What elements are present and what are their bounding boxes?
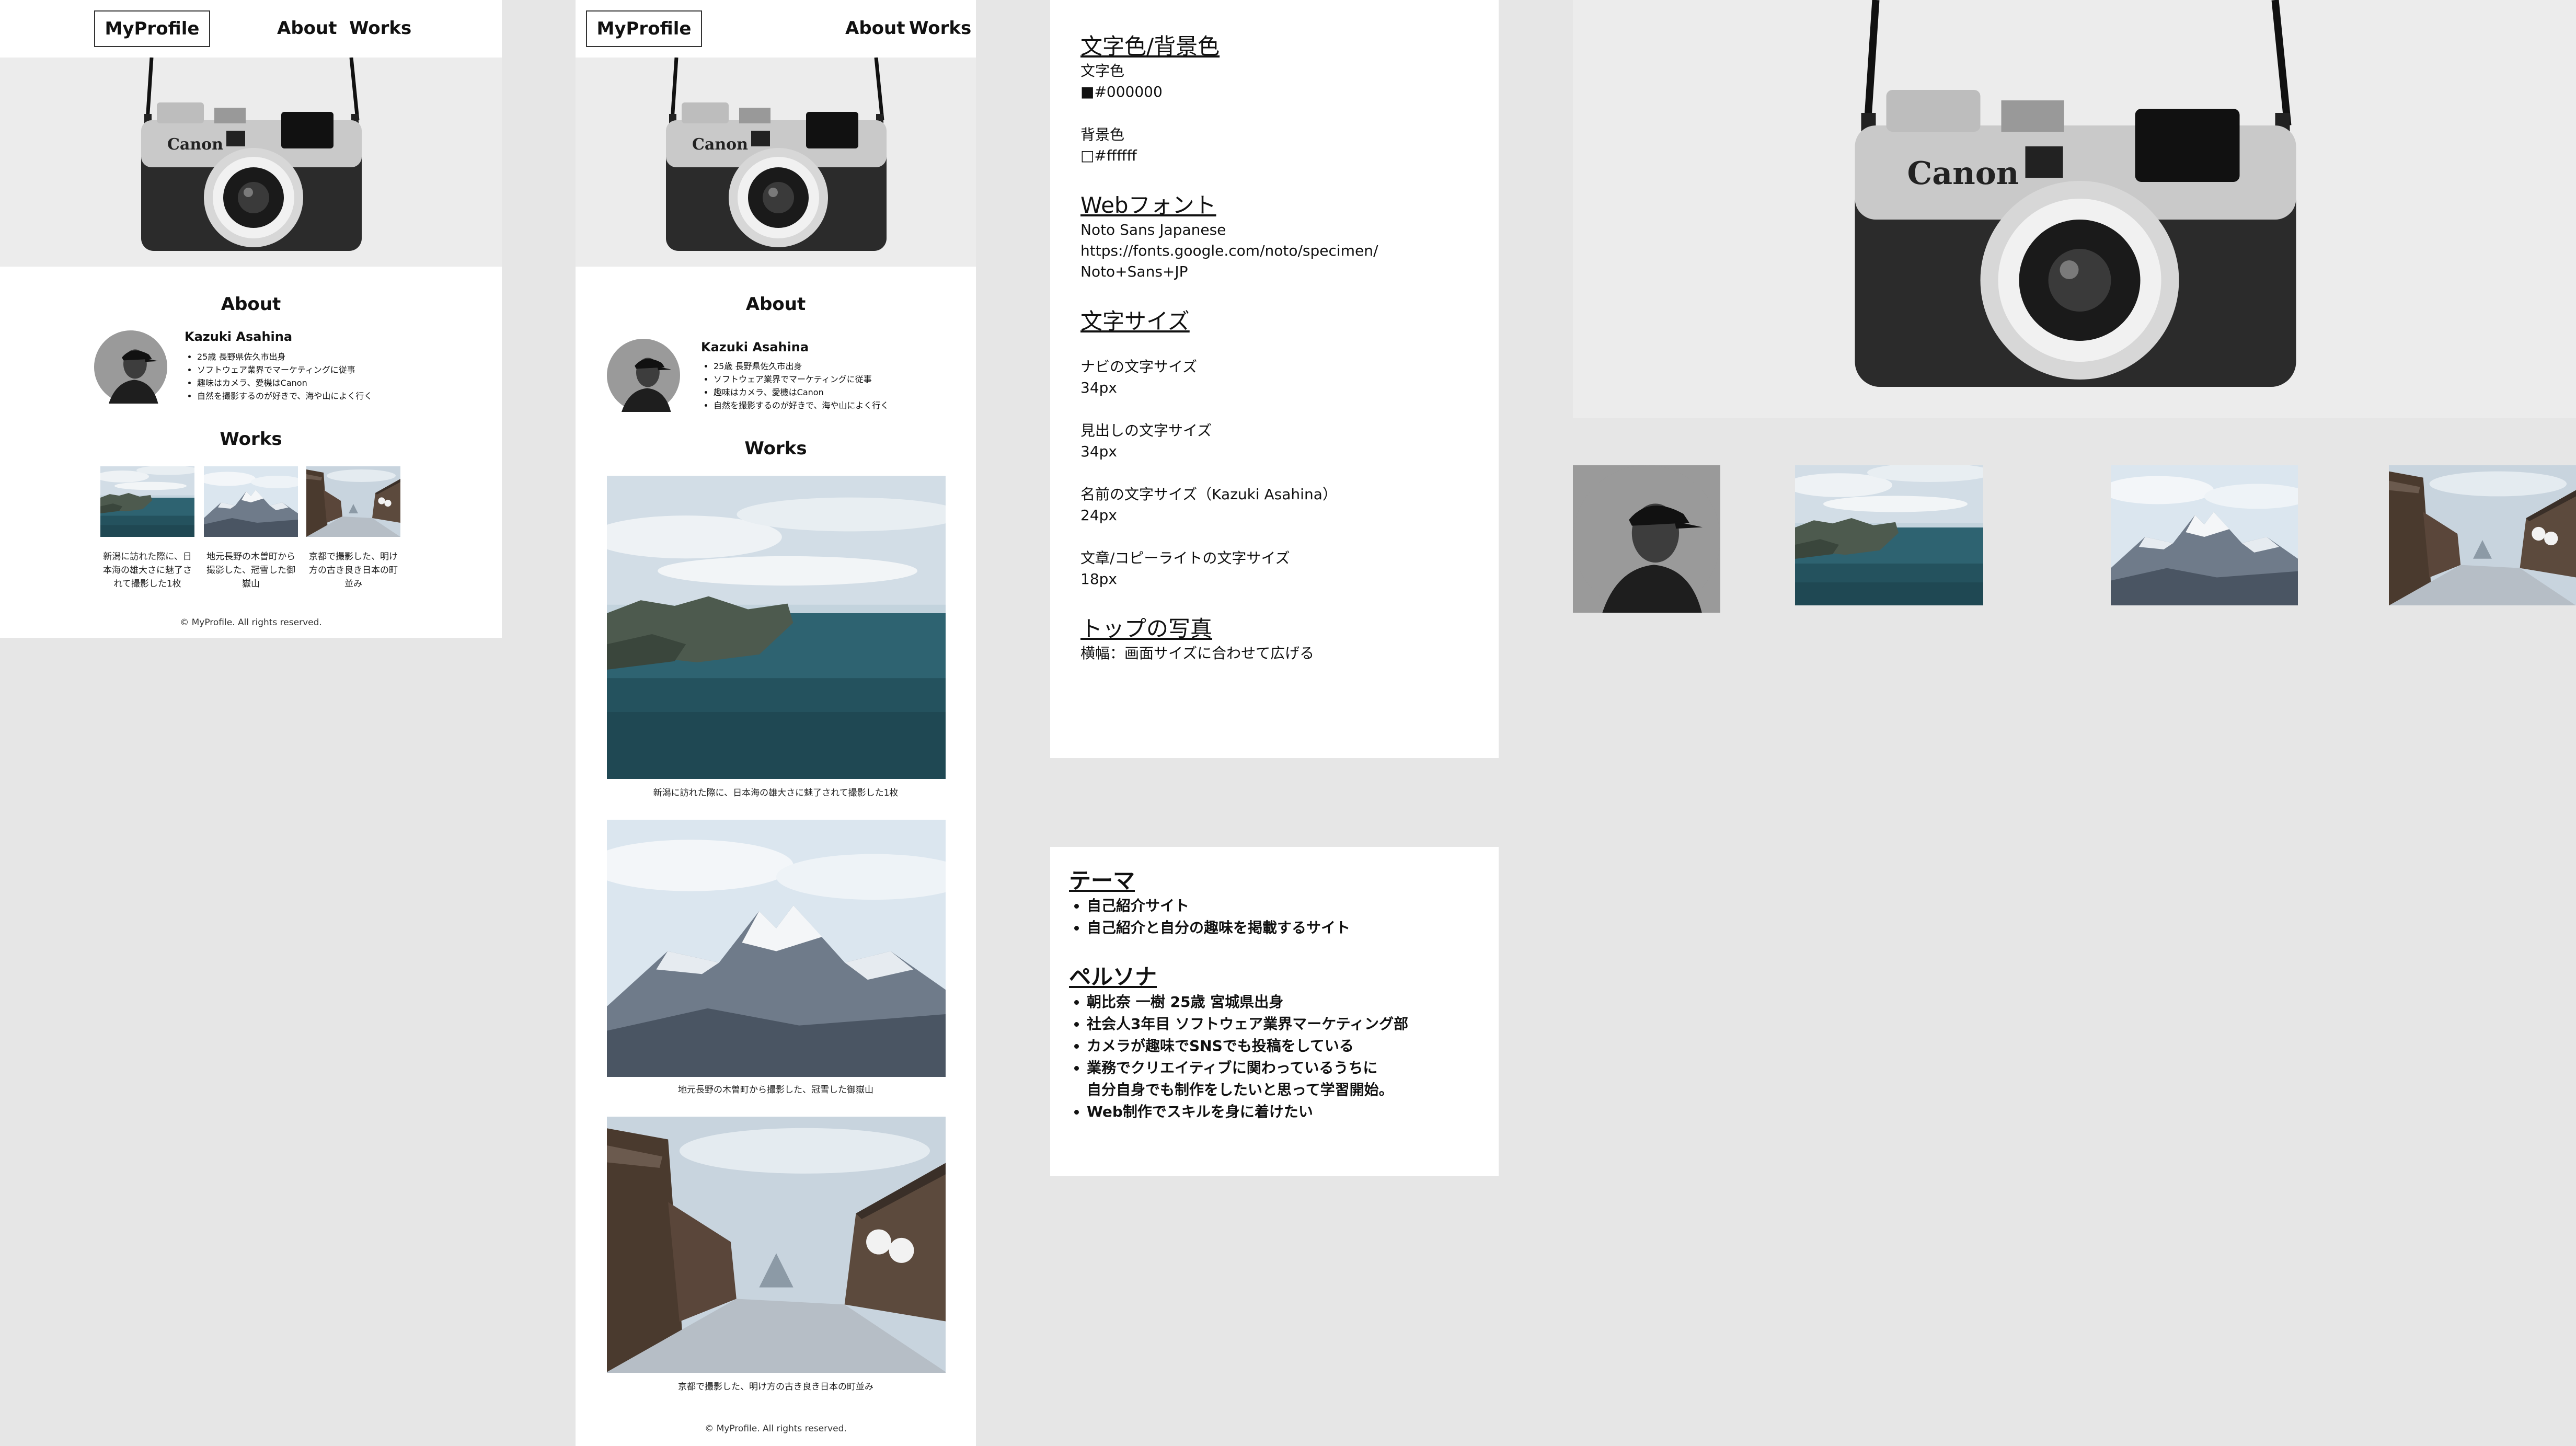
theme-item: 自己紹介と自分の趣味を掲載するサイト [1087,917,1350,939]
top-photo-heading: トップの写真 [1080,616,1213,641]
spec-card: 文字色/背景色 文字色 ■#000000 背景色 □#ffffff Webフォン… [1050,0,1499,758]
persona-item-line: 自分自身でも制作をしたいと思って学習開始。 [1087,1081,1394,1098]
text-color-label: 文字色 [1080,62,1125,79]
about-heading: About [745,294,806,315]
size-heading: 文字サイズ [1080,308,1190,334]
asset-sea-photo [1795,465,1983,605]
work-caption: 新潟に訪れた際に、日本海の雄大さに魅了されて撮影した1枚 [653,788,899,798]
persona-item: 朝比奈 一樹 25歳 宮城県出身 [1087,991,1408,1013]
work-caption: 地元長野の木曽町から撮影した、冠雪した御嶽山 [678,1085,873,1095]
persona-list: 朝比奈 一樹 25歳 宮城県出身 社会人3年目 ソフトウェア業界マーケティング部… [1066,991,1408,1123]
bio-item: 自然を撮影するのが好きで、海や山によく行く [714,399,975,412]
bg-color-value: □#ffffff [1080,147,1137,164]
nav-about-link[interactable]: About [845,18,905,39]
name-size-label: 名前の文字サイズ（Kazuki Asahina） [1080,486,1337,503]
nav-size-label: ナビの文字サイズ [1080,358,1198,375]
profile-bio-list: 25歳 長野県佐久市出身 ソフトウェア業界でマーケティングに従事 趣味はカメラ、… [701,360,975,412]
top-photo-text: 横幅：画面サイズに合わせて広げる [1080,645,1315,662]
bio-item: 趣味はカメラ、愛機はCanon [714,386,975,399]
heading-size-label: 見出しの文字サイズ [1080,422,1212,439]
asset-hero-camera [1573,0,2576,418]
mobile-frame: MyProfile About Works About Kazuki Asahi… [576,0,976,1446]
theme-list: 自己紹介サイト 自己紹介と自分の趣味を掲載するサイト [1066,895,1350,939]
works-heading: Works [744,438,807,459]
nav-about-link[interactable]: About [277,18,337,39]
about-heading: About [221,294,281,315]
heading-size-value: 34px [1080,443,1117,460]
works-heading: Works [220,429,282,450]
persona-heading: ペルソナ [1069,964,1157,990]
profile-name: Kazuki Asahina [701,340,809,354]
asset-kyoto-photo [2389,465,2576,605]
persona-item: Web制作でスキルを身に着けたい [1087,1101,1408,1123]
theme-item: 自己紹介サイト [1087,895,1350,917]
nav-works-link[interactable]: Works [909,18,971,39]
body-size-label: 文章/コピーライトの文字サイズ [1080,549,1290,567]
logo-link[interactable]: MyProfile [94,10,210,47]
bio-item: 自然を撮影するのが好きで、海や山によく行く [197,389,438,403]
copyright: © MyProfile. All rights reserved. [705,1424,847,1434]
mobile-header: MyProfile About Works [576,0,976,58]
work-caption: 京都で撮影した、明け方の古き良き日本の町並み [309,552,398,589]
theme-heading: テーマ [1069,868,1135,893]
logo-link[interactable]: MyProfile [586,10,702,47]
theme-card: テーマ 自己紹介サイト 自己紹介と自分の趣味を掲載するサイト ペルソナ 朝比奈 … [1050,847,1499,1176]
bio-item: ソフトウェア業界でマーケティングに従事 [197,363,438,376]
work-caption: 京都で撮影した、明け方の古き良き日本の町並み [678,1382,873,1392]
avatar [94,330,167,404]
body-size-value: 18px [1080,570,1117,588]
persona-item-line: 業務でクリエイティブに関わっているうちに [1087,1059,1378,1076]
work-thumb-kyoto[interactable] [306,466,400,537]
work-image-kyoto[interactable] [607,1117,946,1373]
font-url-line-1: https://fonts.google.com/noto/specimen/ [1080,242,1378,259]
persona-item: カメラが趣味でSNSでも投稿をしている [1087,1035,1408,1057]
desktop-frame: MyProfile About Works About Kazuki Asahi… [0,0,502,638]
name-size-value: 24px [1080,507,1117,524]
color-heading: 文字色/背景色 [1080,33,1220,59]
profile-name: Kazuki Asahina [185,329,293,344]
font-heading: Webフォント [1080,192,1216,218]
hero-camera-image [0,58,502,267]
work-caption: 地元長野の木曽町から撮影した、冠雪した御嶽山 [206,552,295,589]
avatar [607,339,680,412]
font-name: Noto Sans Japanese [1080,221,1226,238]
work-image-sea[interactable] [607,476,946,779]
bio-item: ソフトウェア業界でマーケティングに従事 [714,373,975,386]
text-color-value: ■#000000 [1080,83,1163,100]
persona-item: 社会人3年目 ソフトウェア業界マーケティング部 [1087,1013,1408,1035]
persona-item: 業務でクリエイティブに関わっているうちに自分自身でも制作をしたいと思って学習開始… [1087,1057,1408,1101]
work-thumb-mountain[interactable] [204,466,298,537]
asset-portrait [1573,465,1720,613]
bio-item: 25歳 長野県佐久市出身 [197,350,438,363]
bg-color-label: 背景色 [1080,126,1125,143]
font-url-line-2: Noto+Sans+JP [1080,263,1188,280]
nav-size-value: 34px [1080,379,1117,396]
desktop-header: MyProfile About Works [0,0,502,58]
profile-bio-list: 25歳 長野県佐久市出身 ソフトウェア業界でマーケティングに従事 趣味はカメラ、… [185,350,438,403]
work-caption: 新潟に訪れた際に、日本海の雄大さに魅了されて撮影した1枚 [103,552,192,589]
nav-works-link[interactable]: Works [349,18,411,39]
hero-camera-image [576,58,976,267]
bio-item: 25歳 長野県佐久市出身 [714,360,975,373]
asset-mountain-photo [2111,465,2298,605]
work-image-mountain[interactable] [607,820,946,1077]
bio-item: 趣味はカメラ、愛機はCanon [197,376,438,389]
work-thumb-sea[interactable] [100,466,194,537]
copyright: © MyProfile. All rights reserved. [180,617,322,628]
